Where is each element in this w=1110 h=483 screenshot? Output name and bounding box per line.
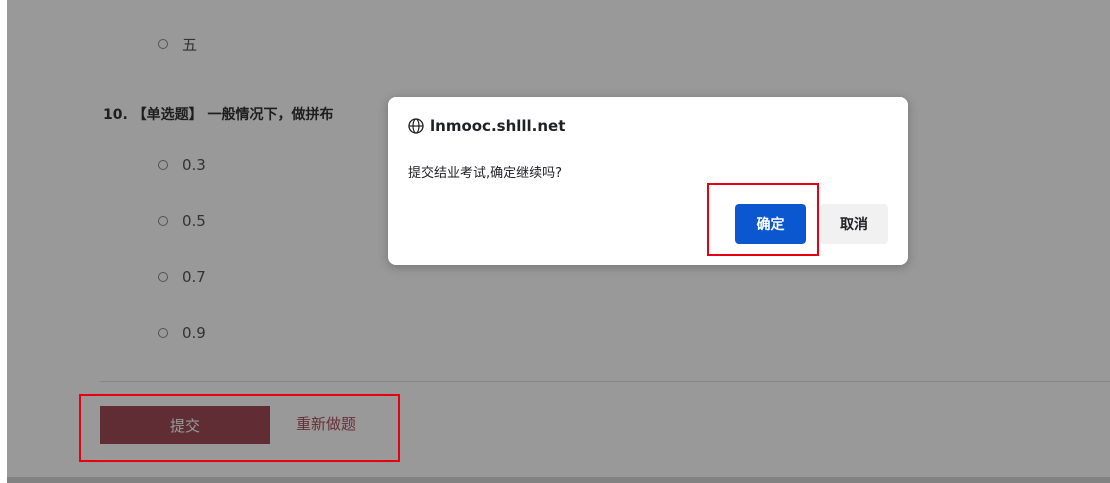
dialog-message: 提交结业考试,确定继续吗? (408, 166, 563, 181)
globe-icon (408, 118, 424, 134)
cancel-button[interactable]: 取消 (820, 204, 888, 244)
page: 五 10. 【单选题】 一般情况下，做拼布 0.3 0.5 0.7 0.9 提交… (0, 0, 1110, 483)
dialog-header: lnmooc.shlll.net (408, 117, 565, 135)
dialog-origin: lnmooc.shlll.net (430, 117, 566, 135)
confirm-dialog: lnmooc.shlll.net 提交结业考试,确定继续吗? 确定 取消 (388, 97, 908, 265)
highlight-box-submit (79, 394, 400, 462)
highlight-box-ok (707, 183, 819, 256)
page-edge (0, 0, 7, 483)
